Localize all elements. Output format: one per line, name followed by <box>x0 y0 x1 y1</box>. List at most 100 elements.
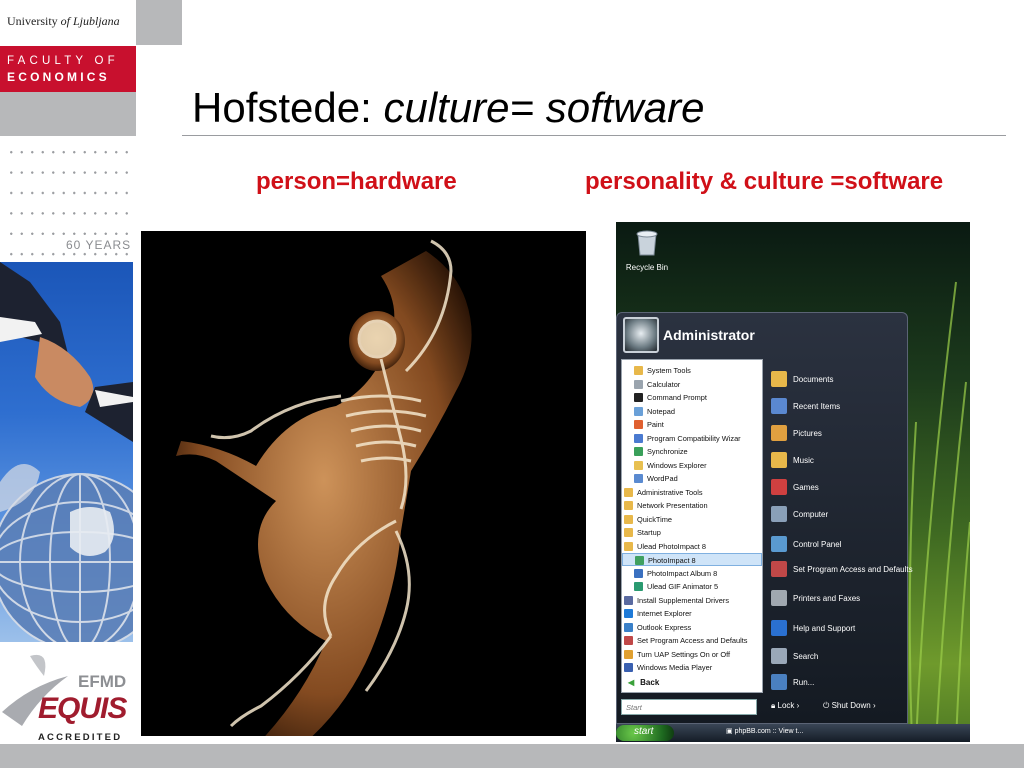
taskbar: start ▣ phpBB.com :: View t... <box>616 724 970 742</box>
program-item-label: Paint <box>647 420 664 429</box>
start-menu-link[interactable]: Games <box>771 479 819 495</box>
start-search-input[interactable]: Start <box>621 699 757 715</box>
start-menu-link-label: Printers and Faxes <box>793 594 861 603</box>
program-item[interactable]: System Tools <box>622 364 762 377</box>
back-label: Back <box>640 678 660 687</box>
program-item[interactable]: Windows Explorer <box>622 459 762 472</box>
shutdown-button[interactable]: ⏻ Shut Down › <box>823 701 876 711</box>
program-item-label: Synchronize <box>647 447 688 456</box>
program-item-label: Install Supplemental Drivers <box>637 595 730 605</box>
start-button[interactable]: start <box>616 725 674 741</box>
terminal-icon <box>634 393 643 402</box>
efmd-label: EFMD <box>78 672 127 691</box>
slide-title-plain: Hofstede: <box>192 84 384 131</box>
shutdown-arrow-icon: › <box>872 701 876 710</box>
program-item[interactable]: Internet Explorer <box>622 607 762 620</box>
folder-icon <box>634 366 643 375</box>
program-item[interactable]: Startup <box>622 526 762 539</box>
program-item[interactable]: QuickTime <box>622 513 762 526</box>
program-item[interactable]: Command Prompt <box>622 391 762 404</box>
program-item[interactable]: Ulead GIF Animator 5 <box>622 580 762 593</box>
program-item[interactable]: Paint <box>622 418 762 431</box>
start-menu-link[interactable]: Pictures <box>771 425 822 441</box>
accredited-label: ACCREDITED <box>38 732 123 743</box>
header-grey-tab <box>136 0 182 45</box>
program-item[interactable]: Network Presentation <box>622 499 762 512</box>
mail-icon <box>624 622 633 632</box>
program-item[interactable]: WordPad <box>622 472 762 485</box>
right-heading: personality & culture =software <box>585 168 944 195</box>
start-menu-link[interactable]: Music <box>771 452 814 468</box>
program-item-label: PhotoImpact 8 <box>648 556 696 565</box>
back-button[interactable]: ◀ Back <box>628 678 659 687</box>
program-item[interactable]: Program Compatibility Wizar <box>622 432 762 445</box>
footer-bar <box>0 744 1024 768</box>
program-item-label: System Tools <box>647 366 691 375</box>
recycle-bin[interactable]: Recycle Bin <box>622 226 672 272</box>
start-menu-link[interactable]: Set Program Access and Defaults <box>771 561 913 577</box>
lock-label: Lock <box>777 701 795 710</box>
equis-label: EQUIS <box>38 692 127 725</box>
program-item[interactable]: Set Program Access and Defaults <box>622 634 762 647</box>
start-menu-link[interactable]: Run... <box>771 674 814 690</box>
lock-arrow-icon: › <box>796 701 800 710</box>
program-item-label: Turn UAP Settings On or Off <box>637 649 731 659</box>
program-item-label: Windows Media Player <box>637 663 713 672</box>
pictures-icon <box>771 425 787 441</box>
start-menu-link[interactable]: Search <box>771 648 818 664</box>
start-menu-link-label: Games <box>793 483 819 492</box>
sync-icon <box>634 447 643 456</box>
program-item-label: WordPad <box>647 474 678 483</box>
help-icon <box>771 620 787 636</box>
start-menu-link[interactable]: Recent Items <box>771 398 840 414</box>
start-menu-link-label: Help and Support <box>793 624 856 633</box>
program-item-label: Calculator <box>647 379 681 389</box>
wordpad-icon <box>634 474 643 483</box>
handshake-globe-illustration <box>0 262 133 642</box>
taskbar-item-label: phpBB.com :: View t... <box>734 728 804 735</box>
program-item[interactable]: Administrative Tools <box>622 486 762 499</box>
taskbar-item[interactable]: ▣ phpBB.com :: View t... <box>726 727 803 735</box>
start-menu-link-label: Documents <box>793 375 834 384</box>
computer-icon <box>771 506 787 522</box>
control-panel-icon <box>771 536 787 552</box>
gif-icon <box>634 582 643 591</box>
program-item-label: Ulead GIF Animator 5 <box>647 582 719 591</box>
paint-icon <box>634 420 643 429</box>
shutdown-label: Shut Down <box>831 701 871 710</box>
start-menu-link-label: Pictures <box>793 429 822 438</box>
start-menu-link-label: Control Panel <box>793 540 842 549</box>
explorer-icon <box>634 460 643 470</box>
start-menu-link[interactable]: Printers and Faxes <box>771 590 860 606</box>
program-item[interactable]: Turn UAP Settings On or Off <box>622 648 762 661</box>
browser-icon: ▣ <box>726 728 733 735</box>
start-menu-link[interactable]: Documents <box>771 371 833 387</box>
title-divider <box>182 135 1006 136</box>
music-icon <box>771 452 787 468</box>
photoimpact-icon <box>635 556 644 565</box>
program-item[interactable]: PhotoImpact Album 8 <box>622 567 762 580</box>
program-item[interactable]: Synchronize <box>622 445 762 458</box>
defaults-icon <box>624 636 633 645</box>
wizard-icon <box>634 433 643 443</box>
recycle-bin-label: Recycle Bin <box>625 263 669 272</box>
user-avatar[interactable] <box>623 317 659 353</box>
program-item[interactable]: Outlook Express <box>622 621 762 634</box>
program-item[interactable]: Install Supplemental Drivers <box>622 594 762 607</box>
start-menu-link[interactable]: Help and Support <box>771 620 855 636</box>
program-item[interactable]: PhotoImpact 8 <box>622 553 762 566</box>
program-item[interactable]: Calculator <box>622 378 762 391</box>
program-item[interactable]: Notepad <box>622 405 762 418</box>
back-arrow-icon: ◀ <box>628 678 635 687</box>
program-item[interactable]: Ulead PhotoImpact 8 <box>622 540 762 553</box>
start-menu-link[interactable]: Computer <box>771 506 828 522</box>
calculator-icon <box>634 379 643 389</box>
skeleton-dancer-illustration <box>176 239 472 736</box>
run-icon <box>771 674 787 690</box>
program-item[interactable]: Windows Media Player <box>622 661 762 674</box>
start-menu-link[interactable]: Control Panel <box>771 536 841 552</box>
folder-icon <box>624 528 633 537</box>
program-item-label: Notepad <box>647 406 675 416</box>
media-icon <box>624 663 633 672</box>
lock-button[interactable]: 🔒︎ Lock › <box>771 701 799 711</box>
